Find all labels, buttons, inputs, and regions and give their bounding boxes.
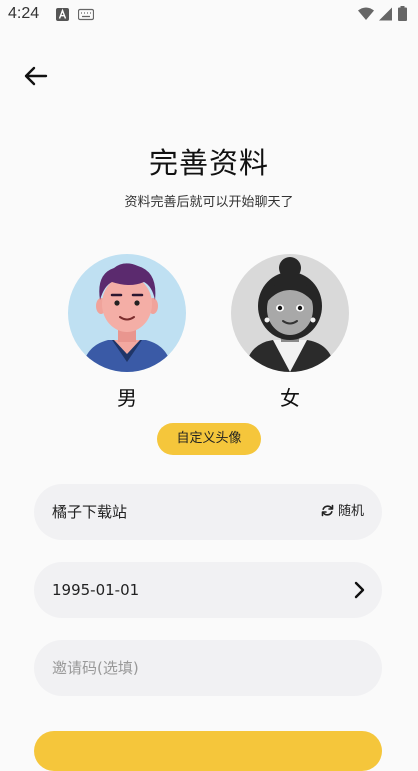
nickname-field[interactable]: 橘子下载站 随机 — [34, 484, 382, 540]
battery-icon — [398, 6, 407, 25]
cell-signal-icon — [379, 6, 392, 25]
male-avatar-image — [82, 263, 172, 372]
custom-avatar-button[interactable]: 自定义头像 — [157, 423, 261, 455]
arrow-left-icon — [24, 66, 48, 86]
female-label: 女 — [280, 386, 300, 410]
birthday-value: 1995-01-01 — [52, 581, 140, 599]
refresh-icon — [321, 504, 334, 517]
font-app-icon — [56, 6, 69, 25]
invite-code-field[interactable]: 邀请码(选填) — [34, 640, 382, 696]
female-avatar-option[interactable] — [231, 254, 349, 372]
back-button[interactable] — [20, 60, 54, 92]
page-title: 完善资料 — [148, 146, 269, 180]
chevron-right-icon — [352, 580, 366, 604]
page-subtitle: 资料完善后就可以开始聊天了 — [124, 195, 294, 210]
status-bar: 4:24 — [0, 0, 418, 28]
random-label: 随机 — [337, 504, 364, 519]
keyboard-icon — [77, 6, 95, 25]
status-time: 4:24 — [8, 5, 40, 22]
invite-code-placeholder: 邀请码(选填) — [52, 659, 139, 677]
female-avatar-image — [245, 257, 335, 372]
random-nickname-button[interactable]: 随机 — [321, 484, 364, 540]
birthday-field[interactable]: 1995-01-01 — [34, 562, 382, 618]
submit-button[interactable] — [34, 731, 382, 771]
nickname-value: 橘子下载站 — [52, 503, 128, 521]
male-label: 男 — [117, 386, 137, 410]
male-avatar-option[interactable] — [68, 254, 186, 372]
wifi-icon — [358, 6, 374, 25]
